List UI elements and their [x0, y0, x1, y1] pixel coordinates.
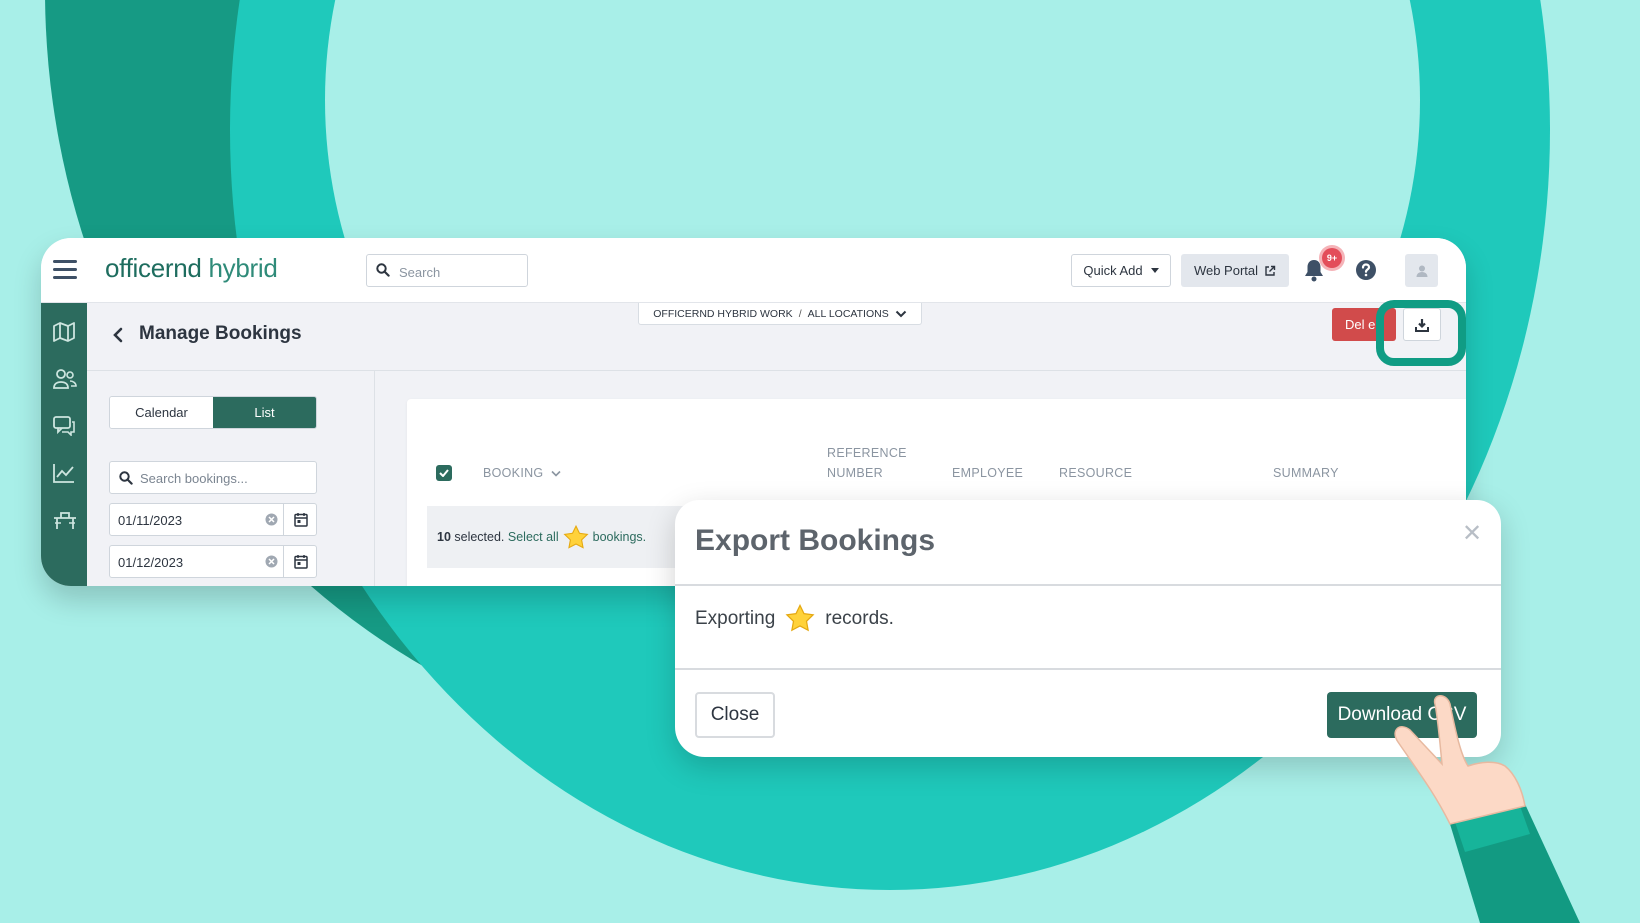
- breadcrumb-separator: /: [798, 307, 802, 320]
- logo-product: hybrid: [208, 253, 278, 283]
- chevron-down-icon: [895, 310, 906, 317]
- bookings-link-text[interactable]: bookings.: [593, 530, 647, 544]
- chart-icon[interactable]: [53, 463, 75, 483]
- modal-title: Export Bookings: [695, 524, 936, 557]
- column-resource: RESOURCE: [1059, 466, 1133, 480]
- start-date-picker[interactable]: [283, 504, 318, 535]
- tab-calendar[interactable]: Calendar: [110, 397, 213, 428]
- selected-count: 10: [437, 530, 451, 544]
- clear-icon[interactable]: [265, 555, 278, 568]
- search-icon: [376, 263, 390, 277]
- chat-icon[interactable]: [53, 416, 75, 436]
- column-summary: SUMMARY: [1273, 466, 1339, 480]
- tab-list[interactable]: List: [213, 397, 316, 428]
- pointing-hand-icon: [1394, 695, 1580, 923]
- star-icon: [785, 604, 815, 632]
- external-link-icon: [1265, 265, 1276, 276]
- caret-down-icon: [1150, 268, 1159, 273]
- notification-badge: 9+: [1322, 248, 1342, 268]
- desk-icon[interactable]: [53, 510, 77, 530]
- close-icon[interactable]: ✕: [1462, 522, 1482, 546]
- quick-add-label: Quick Add: [1083, 263, 1143, 278]
- breadcrumb-workspace: OFFICERND HYBRID WORK: [653, 307, 793, 320]
- calendar-icon: [294, 513, 308, 527]
- modal-body-after: records.: [825, 607, 894, 629]
- page-title: Manage Bookings: [139, 323, 302, 344]
- clear-icon[interactable]: [265, 513, 278, 526]
- column-booking[interactable]: BOOKING: [483, 463, 561, 483]
- bookings-search-placeholder: Search bookings...: [140, 471, 248, 486]
- check-icon: [439, 469, 449, 477]
- people-icon[interactable]: [53, 369, 77, 389]
- avatar[interactable]: [1405, 254, 1438, 287]
- bookings-search-field[interactable]: Search bookings...: [109, 461, 317, 494]
- user-icon: [1416, 265, 1427, 277]
- search-input[interactable]: [397, 261, 521, 283]
- view-toggle: Calendar List: [109, 396, 317, 429]
- column-reference-line2: NUMBER: [827, 466, 883, 480]
- end-date-field[interactable]: 01/12/2023: [109, 545, 317, 578]
- menu-icon[interactable]: [53, 260, 77, 280]
- highlight-ring: [1376, 300, 1466, 366]
- column-reference-number: REFERENCE NUMBER: [827, 443, 907, 483]
- modal-footer-divider: [675, 668, 1501, 670]
- web-portal-button[interactable]: Web Portal: [1181, 254, 1289, 287]
- modal-header-divider: [675, 584, 1501, 586]
- top-bar: officernd hybrid Quick Add Web Portal 9+: [41, 238, 1466, 303]
- web-portal-label: Web Portal: [1193, 263, 1259, 278]
- start-date-value: 01/11/2023: [118, 513, 183, 528]
- map-icon[interactable]: [53, 322, 75, 342]
- selection-banner: 10 selected. Select all bookings.: [427, 506, 712, 568]
- global-search[interactable]: [366, 254, 528, 287]
- select-all-link[interactable]: Select all: [508, 530, 559, 544]
- export-modal: Export Bookings ✕ Exporting records. Clo…: [675, 500, 1501, 757]
- selected-text: selected.: [450, 530, 508, 544]
- back-arrow-icon[interactable]: [113, 327, 123, 343]
- column-reference-line1: REFERENCE: [827, 446, 907, 460]
- modal-body: Exporting records.: [695, 604, 894, 633]
- logo-brand: officernd: [105, 253, 202, 283]
- modal-body-before: Exporting: [695, 607, 776, 629]
- filter-panel: Calendar List Search bookings... 01/11/2…: [87, 371, 375, 586]
- start-date-field[interactable]: 01/11/2023: [109, 503, 317, 536]
- search-icon: [119, 471, 133, 485]
- column-booking-label: BOOKING: [483, 466, 544, 480]
- sidebar: [41, 303, 87, 586]
- help-icon[interactable]: [1355, 259, 1377, 281]
- column-employee: EMPLOYEE: [952, 466, 1024, 480]
- end-date-value: 01/12/2023: [118, 555, 184, 570]
- end-date-picker[interactable]: [283, 546, 318, 577]
- select-all-checkbox[interactable]: [436, 465, 452, 481]
- star-icon: [563, 524, 589, 549]
- location-breadcrumb[interactable]: OFFICERND HYBRID WORK / ALL LOCATIONS: [638, 303, 922, 325]
- logo: officernd hybrid: [105, 253, 278, 284]
- breadcrumb-location: ALL LOCATIONS: [807, 307, 889, 320]
- close-button[interactable]: Close: [695, 692, 775, 738]
- quick-add-button[interactable]: Quick Add: [1071, 254, 1171, 287]
- calendar-icon: [294, 555, 308, 569]
- sort-chevron-icon: [551, 470, 561, 477]
